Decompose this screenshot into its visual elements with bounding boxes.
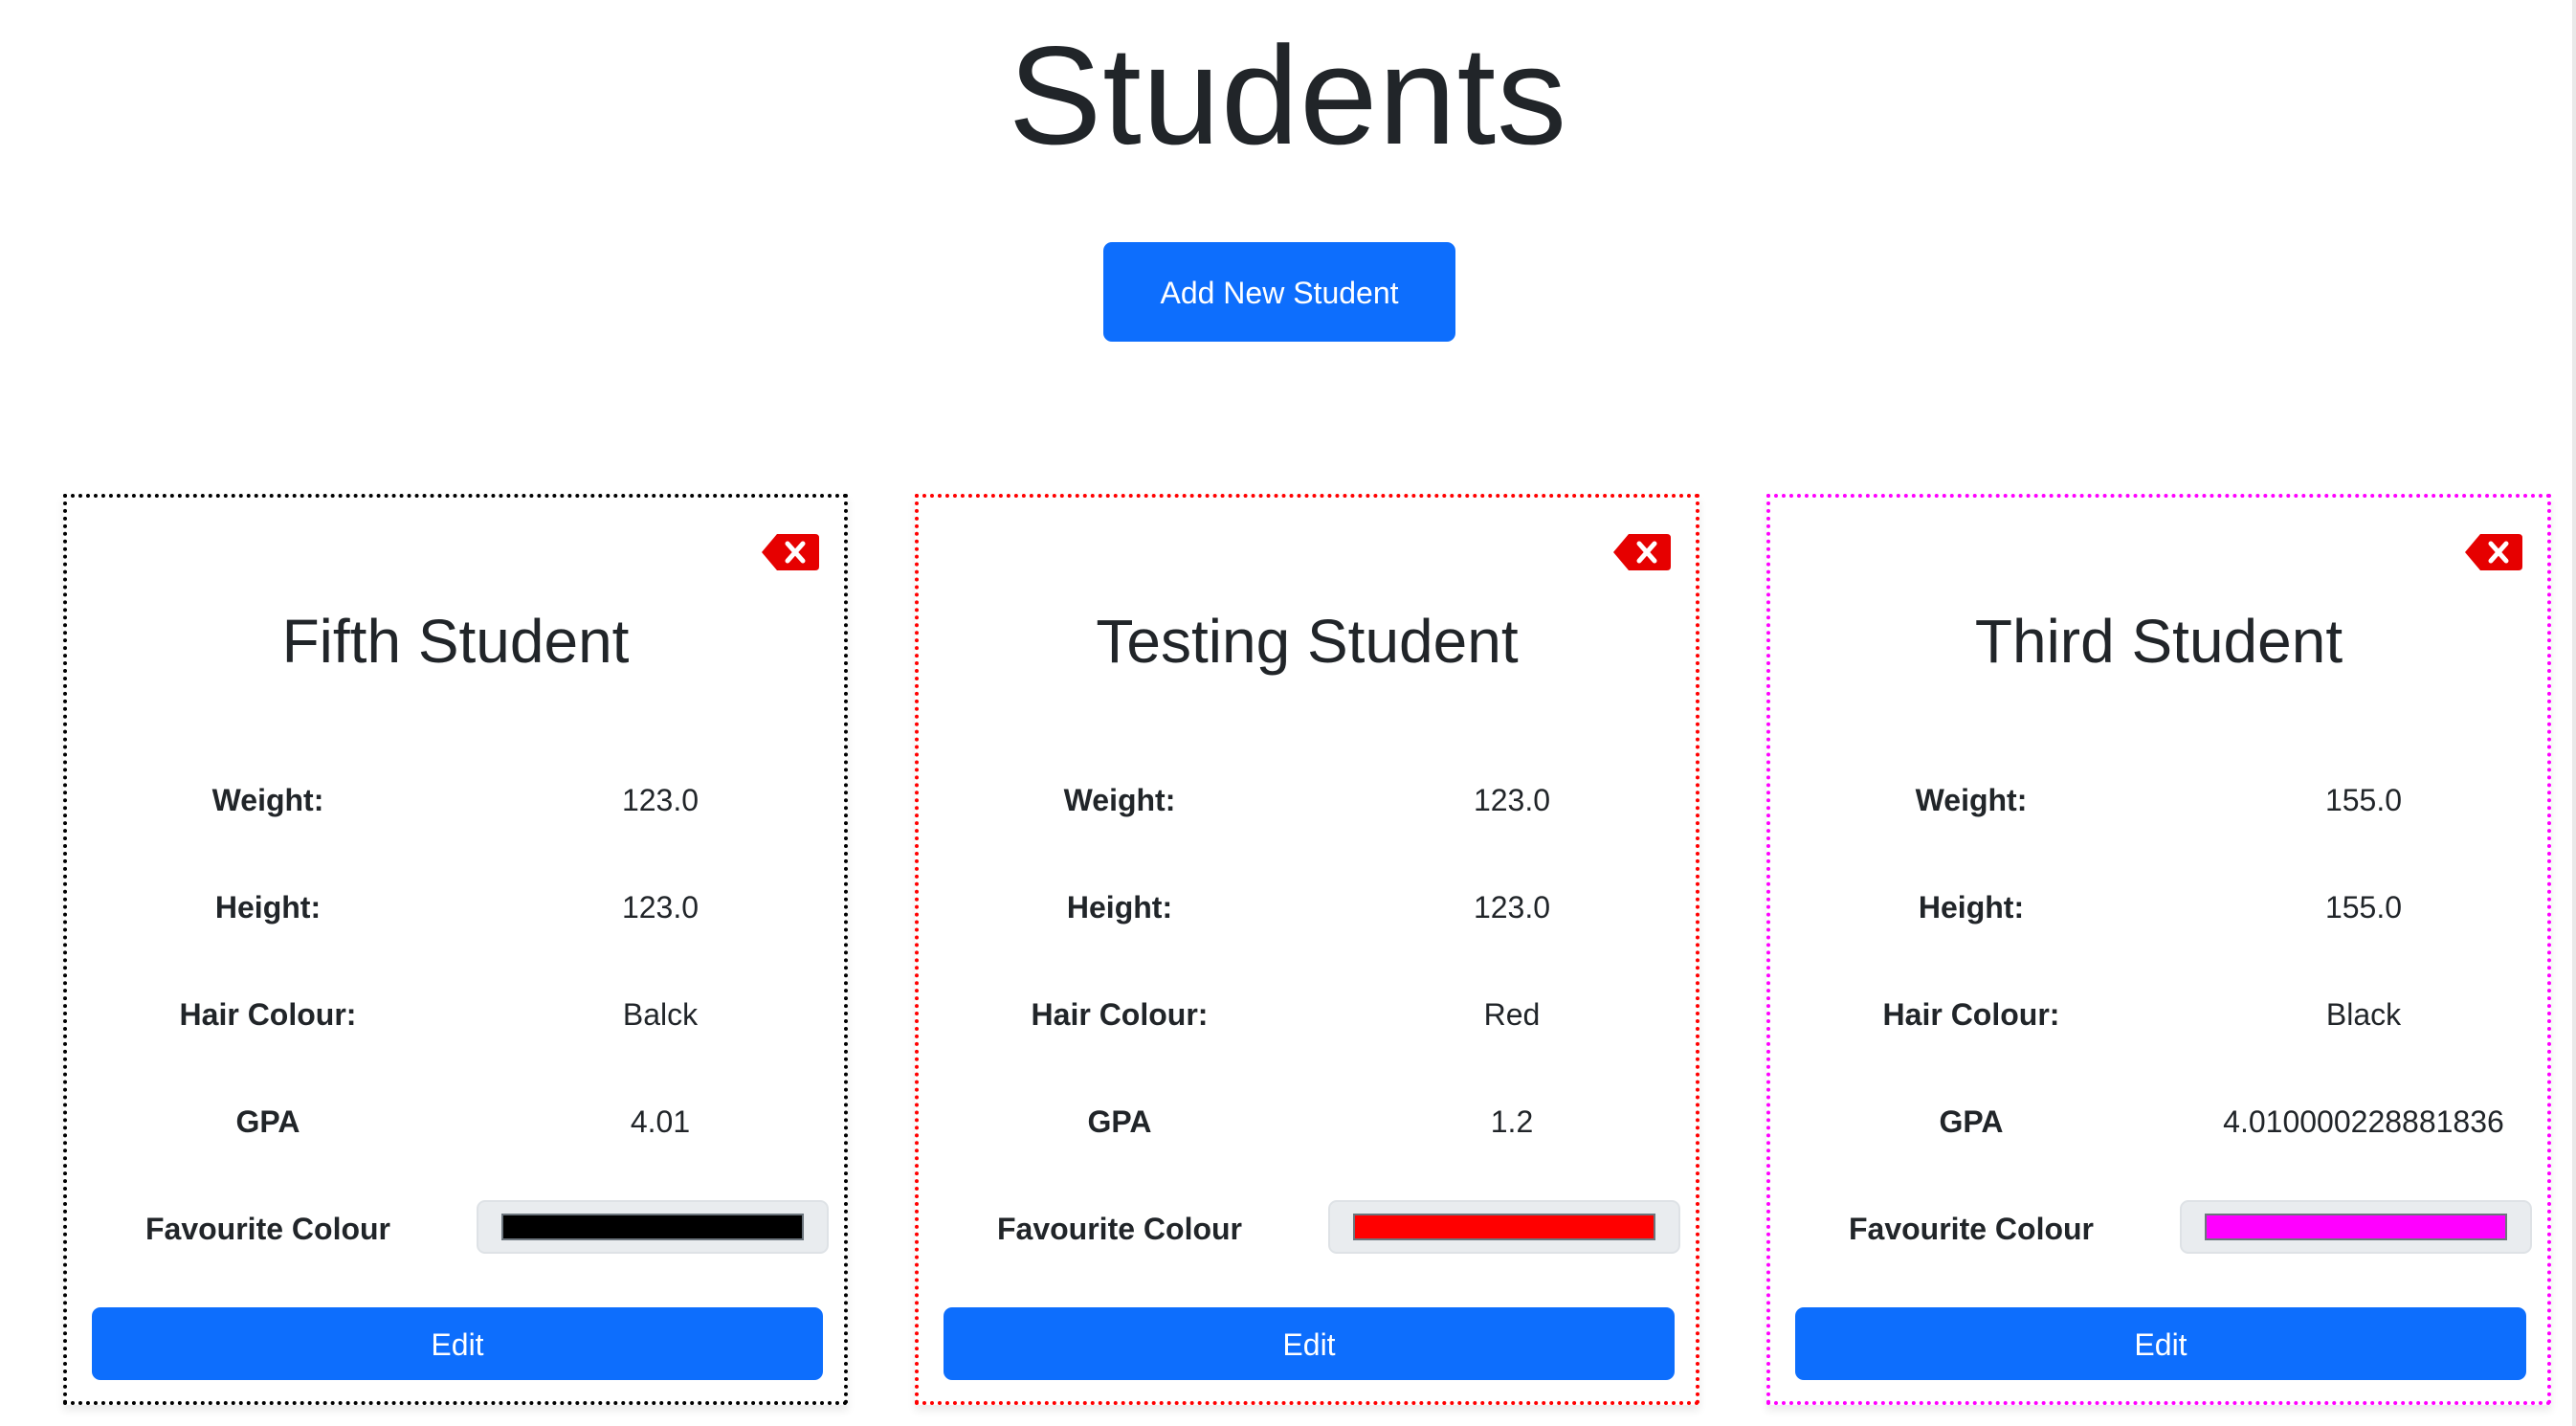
favourite-colour-swatch xyxy=(2205,1214,2507,1240)
weight-label: Weight: xyxy=(1063,783,1176,817)
weight-value: 155.0 xyxy=(2324,783,2403,817)
favourite-colour-label: Favourite Colour xyxy=(996,1212,1242,1246)
delete-icon[interactable] xyxy=(760,532,821,572)
hair-colour-value: Red xyxy=(1483,997,1541,1032)
gpa-value: 1.2 xyxy=(1490,1104,1534,1139)
favourite-colour-swatch xyxy=(501,1214,804,1240)
height-label: Height: xyxy=(1066,890,1173,925)
scrollbar[interactable] xyxy=(2572,0,2576,1426)
favourite-colour-picker[interactable] xyxy=(477,1200,829,1254)
delete-icon[interactable] xyxy=(1611,532,1673,572)
student-name: Fifth Student xyxy=(281,607,630,676)
weight-label: Weight: xyxy=(1915,783,2028,817)
page: Students Add New Student Fifth Student W… xyxy=(0,0,2576,1426)
hair-colour-label: Hair Colour: xyxy=(1882,997,2060,1032)
weight-value: 123.0 xyxy=(1473,783,1551,817)
page-title: Students xyxy=(1008,17,1568,173)
hair-colour-row: Hair Colour: Balck xyxy=(67,986,844,1043)
height-row: Height: 155.0 xyxy=(1770,879,2547,936)
weight-row: Weight: 155.0 xyxy=(1770,771,2547,829)
height-label: Height: xyxy=(214,890,322,925)
height-value: 123.0 xyxy=(1473,890,1551,925)
height-label: Height: xyxy=(1918,890,2025,925)
student-name: Testing Student xyxy=(1096,607,1519,676)
height-row: Height: 123.0 xyxy=(67,879,844,936)
hair-colour-row: Hair Colour: Red xyxy=(919,986,1696,1043)
favourite-colour-picker[interactable] xyxy=(1328,1200,1680,1254)
edit-button[interactable]: Edit xyxy=(92,1307,823,1380)
hair-colour-value: Black xyxy=(2325,997,2402,1032)
favourite-colour-label: Favourite Colour xyxy=(1848,1212,2094,1246)
hair-colour-label: Hair Colour: xyxy=(179,997,357,1032)
hair-colour-label: Hair Colour: xyxy=(1031,997,1209,1032)
favourite-colour-swatch xyxy=(1353,1214,1655,1240)
weight-value: 123.0 xyxy=(621,783,700,817)
gpa-row: GPA 4.010000228881836 xyxy=(1770,1093,2547,1150)
height-value: 155.0 xyxy=(2324,890,2403,925)
edit-button[interactable]: Edit xyxy=(944,1307,1675,1380)
height-row: Height: 123.0 xyxy=(919,879,1696,936)
gpa-row: GPA 1.2 xyxy=(919,1093,1696,1150)
gpa-label: GPA xyxy=(1087,1104,1152,1139)
add-new-student-button[interactable]: Add New Student xyxy=(1103,242,1455,342)
delete-icon[interactable] xyxy=(2463,532,2524,572)
gpa-label: GPA xyxy=(235,1104,300,1139)
student-card: Fifth Student Weight: 123.0 Height: 123.… xyxy=(63,494,848,1405)
weight-row: Weight: 123.0 xyxy=(919,771,1696,829)
edit-button[interactable]: Edit xyxy=(1795,1307,2526,1380)
height-value: 123.0 xyxy=(621,890,700,925)
favourite-colour-picker[interactable] xyxy=(2180,1200,2532,1254)
gpa-value: 4.010000228881836 xyxy=(2223,1104,2504,1139)
favourite-colour-label: Favourite Colour xyxy=(144,1212,390,1246)
student-card: Testing Student Weight: 123.0 Height: 12… xyxy=(915,494,1699,1405)
gpa-value: 4.01 xyxy=(630,1104,691,1139)
student-name: Third Student xyxy=(1974,607,2343,676)
hair-colour-value: Balck xyxy=(622,997,699,1032)
gpa-label: GPA xyxy=(1939,1104,2004,1139)
student-card: Third Student Weight: 155.0 Height: 155.… xyxy=(1766,494,2551,1405)
weight-row: Weight: 123.0 xyxy=(67,771,844,829)
gpa-row: GPA 4.01 xyxy=(67,1093,844,1150)
weight-label: Weight: xyxy=(211,783,324,817)
hair-colour-row: Hair Colour: Black xyxy=(1770,986,2547,1043)
